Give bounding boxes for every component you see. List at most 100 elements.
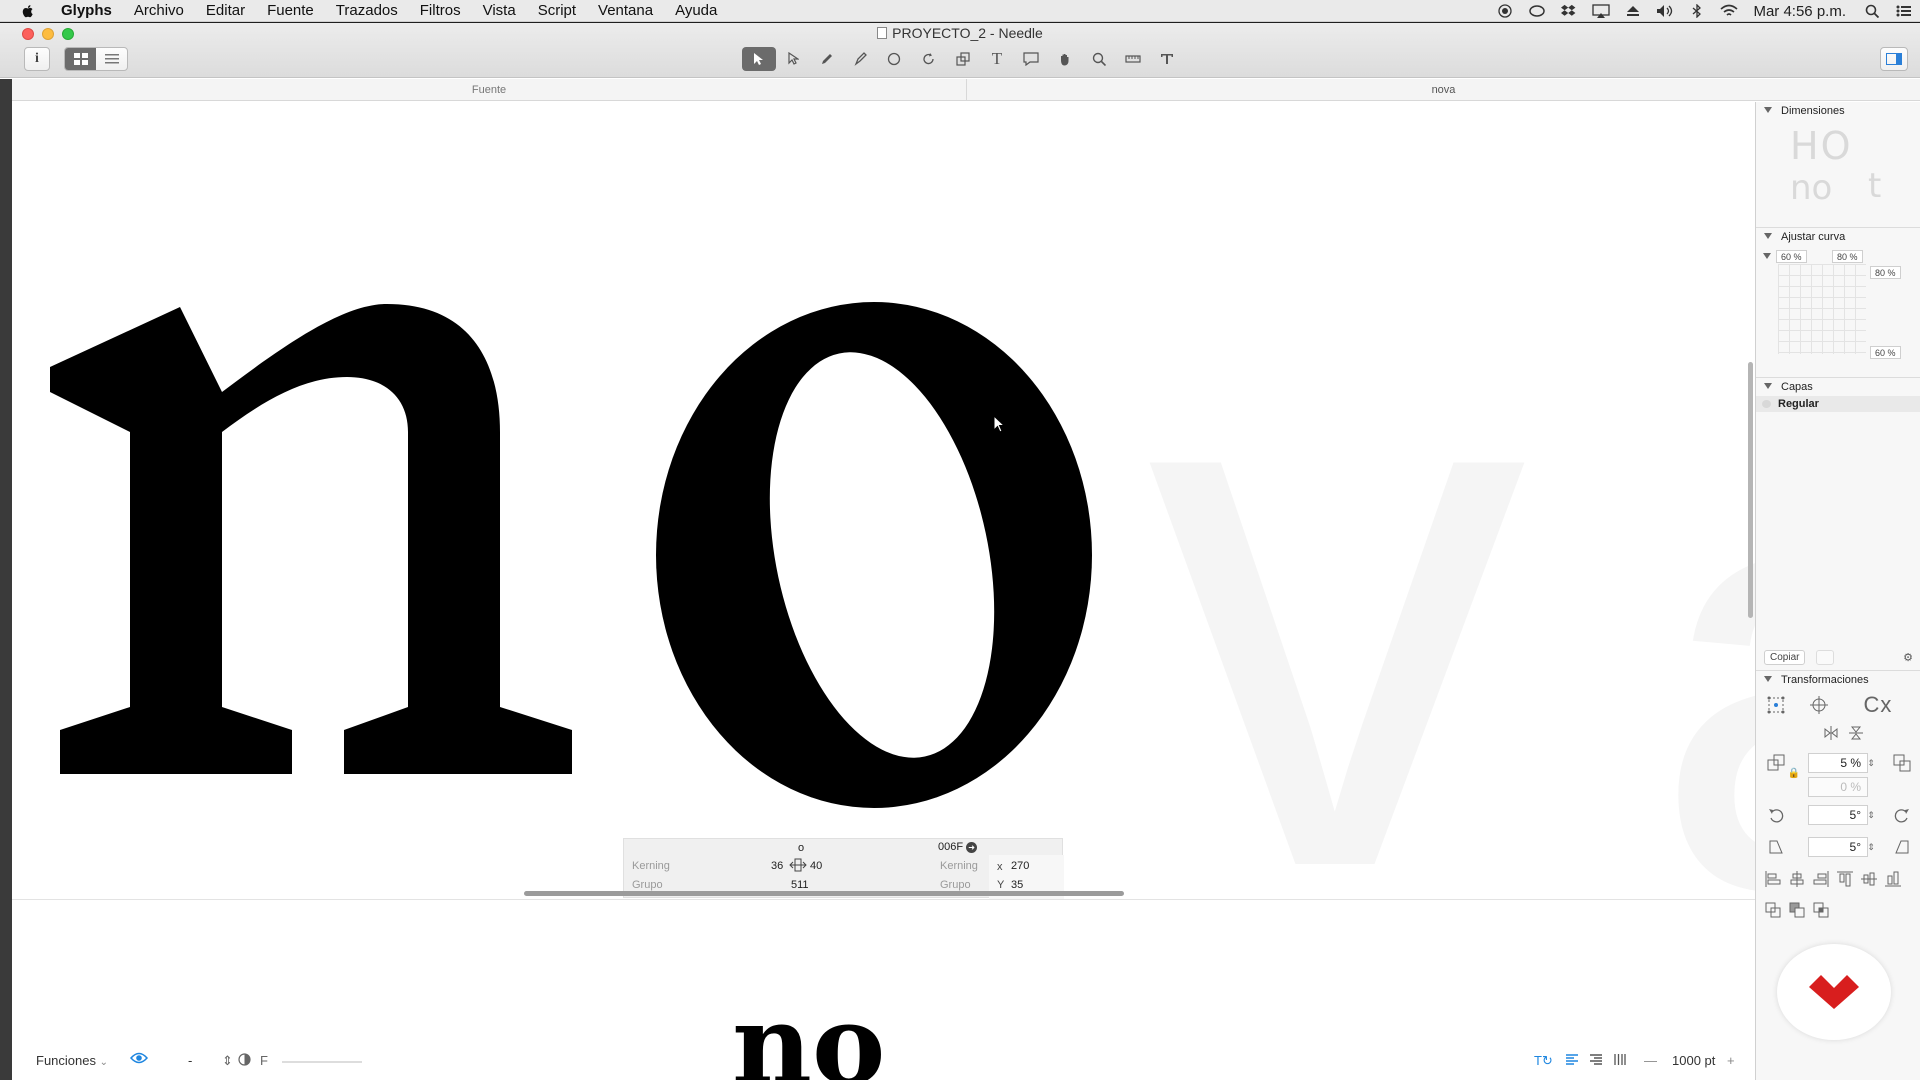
copy-options-button[interactable] [1816, 650, 1834, 665]
hand-tool-icon[interactable] [1048, 47, 1082, 71]
stepper-icon[interactable]: ⇕ [222, 1053, 233, 1069]
menu-vista[interactable]: Vista [472, 2, 527, 19]
horizontal-scrollbar[interactable] [524, 891, 1124, 896]
rotate-field[interactable]: 5° [1808, 805, 1868, 825]
pencil-tool-icon[interactable] [844, 47, 878, 71]
union-icon[interactable] [1763, 900, 1783, 920]
align-right-icon[interactable] [1590, 1053, 1603, 1068]
wifi-icon[interactable] [1720, 4, 1738, 18]
transform-origin-custom-icon[interactable]: Cx [1848, 692, 1908, 717]
scale-field-vertical[interactable]: 0 % [1808, 777, 1868, 797]
rotate-ccw-icon[interactable] [1766, 805, 1786, 825]
transform-origin-bbox-icon[interactable] [1766, 695, 1786, 715]
funciones-menu[interactable]: Funciones ⌄ [36, 1053, 108, 1068]
info-button[interactable]: i [24, 47, 50, 71]
volume-icon[interactable] [1656, 4, 1674, 18]
curve-pct-4[interactable]: 60 % [1870, 346, 1901, 359]
sidebar-toggle-icon[interactable] [1880, 47, 1908, 71]
menu-filtros[interactable]: Filtros [409, 2, 472, 19]
rotate-stepper-icon[interactable]: ⇕ [1866, 805, 1876, 825]
dropbox-icon[interactable] [1560, 4, 1578, 18]
menu-ventana[interactable]: Ventana [587, 2, 664, 19]
menu-editar[interactable]: Editar [195, 2, 256, 19]
align-top-edges-icon[interactable] [1835, 869, 1855, 889]
preview-divider[interactable] [12, 899, 1755, 900]
contrast-icon[interactable] [238, 1053, 251, 1069]
tab-fuente[interactable]: Fuente [12, 79, 967, 101]
glyph-o-outline[interactable] [656, 302, 1092, 808]
layer-visibility-icon[interactable] [1762, 400, 1771, 408]
canvas-vertical-scrollbar[interactable] [1748, 362, 1753, 618]
gear-icon[interactable]: ⚙ [1903, 651, 1913, 664]
select-all-layers-tool-icon[interactable] [776, 47, 810, 71]
menu-ayuda[interactable]: Ayuda [664, 2, 728, 19]
slant-left-icon[interactable] [1766, 837, 1786, 857]
menu-archivo[interactable]: Archivo [123, 2, 195, 19]
left-sidebearing-value[interactable]: 36 [771, 860, 783, 872]
draw-tool-icon[interactable] [810, 47, 844, 71]
intersect-icon[interactable] [1811, 900, 1831, 920]
zoom-out-button[interactable]: — [1644, 1053, 1657, 1068]
glyph-n-outline[interactable] [50, 304, 572, 774]
lock-icon[interactable]: 🔒 [1784, 763, 1804, 783]
tab-nova[interactable]: nova [967, 79, 1920, 101]
slant-field[interactable]: 5° [1808, 837, 1868, 857]
align-horizontal-centers-icon[interactable] [1787, 869, 1807, 889]
right-sidebearing-value[interactable]: 40 [810, 860, 822, 872]
type-tool-icon[interactable] [1150, 47, 1184, 71]
bluetooth-icon[interactable] [1688, 4, 1706, 18]
align-right-edges-icon[interactable] [1811, 869, 1831, 889]
eject-icon[interactable] [1624, 4, 1642, 18]
flip-vertical-icon[interactable] [1846, 723, 1866, 743]
align-bottom-edges-icon[interactable] [1883, 869, 1903, 889]
notification-center-icon[interactable] [1895, 4, 1913, 18]
menu-fuente[interactable]: Fuente [256, 2, 325, 19]
slant-stepper-icon[interactable]: ⇕ [1866, 837, 1876, 857]
grid-view-icon[interactable] [65, 48, 96, 70]
spotlight-search-icon[interactable] [1863, 4, 1881, 18]
slant-right-icon[interactable] [1892, 837, 1912, 857]
preview-size-slider[interactable] [282, 1061, 362, 1063]
text-tool-icon[interactable]: T [980, 47, 1014, 71]
unicode-field[interactable]: 006F ➜ [938, 841, 978, 853]
zoom-in-button[interactable]: + [1727, 1053, 1735, 1068]
go-to-glyph-icon[interactable]: ➜ [966, 842, 978, 853]
scale-up-icon[interactable] [1892, 753, 1912, 773]
align-left-edges-icon[interactable] [1763, 869, 1783, 889]
scale-down-icon[interactable] [1766, 753, 1786, 773]
scale-field[interactable]: 5 % [1808, 753, 1868, 773]
rotate-tool-icon[interactable] [912, 47, 946, 71]
menu-trazados[interactable]: Trazados [325, 2, 409, 19]
dimensions-diagram[interactable]: HO no t [1776, 124, 1896, 214]
list-view-icon[interactable] [96, 48, 127, 70]
zoom-tool-icon[interactable] [1082, 47, 1116, 71]
transform-origin-crosshair-icon[interactable] [1809, 695, 1829, 715]
curve-pct-2[interactable]: 80 % [1832, 250, 1863, 263]
preview-minus-button[interactable]: - [188, 1053, 192, 1068]
scale-stepper-icon[interactable]: ⇕ [1866, 753, 1876, 773]
align-left-icon[interactable] [1566, 1053, 1579, 1068]
select-tool-icon[interactable] [742, 47, 776, 71]
transformations-header[interactable]: Transformaciones [1756, 671, 1920, 689]
zoom-level[interactable]: 1000 pt [1672, 1053, 1715, 1068]
scale-tool-icon[interactable] [946, 47, 980, 71]
menu-app-name[interactable]: Glyphs [50, 2, 123, 19]
annotation-tool-icon[interactable] [1014, 47, 1048, 71]
columns-icon[interactable] [1614, 1053, 1626, 1068]
subtract-icon[interactable] [1787, 900, 1807, 920]
rotate-cw-icon[interactable] [1892, 805, 1912, 825]
measurement-tool-icon[interactable] [1116, 47, 1150, 71]
clock[interactable]: Mar 4:56 p.m. [1753, 3, 1846, 20]
curve-pct-1[interactable]: 60 % [1776, 250, 1807, 263]
layer-regular[interactable]: Regular [1756, 396, 1920, 412]
glyph-name-label[interactable]: o [798, 842, 804, 854]
layers-header[interactable]: Capas [1756, 378, 1920, 396]
curve-options-triangle-icon[interactable] [1763, 253, 1771, 259]
glyph-width-value[interactable]: 511 [791, 879, 809, 891]
flip-horizontal-icon[interactable] [1821, 723, 1841, 743]
creative-cloud-icon[interactable] [1528, 4, 1546, 18]
x-coordinate-value[interactable]: 270 [1011, 860, 1029, 872]
apple-menu-icon[interactable] [20, 3, 38, 19]
f-label[interactable]: F [260, 1053, 268, 1068]
width-link-icon[interactable] [789, 858, 807, 875]
